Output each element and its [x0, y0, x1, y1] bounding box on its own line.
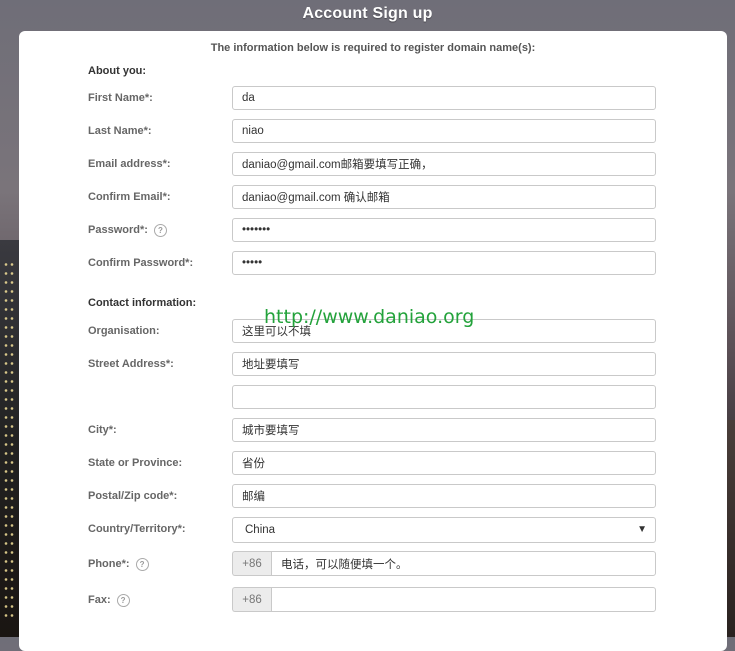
background-city-left: [0, 240, 19, 637]
confirm-password-label: Confirm Password*:: [88, 257, 194, 269]
confirm-email-label: Confirm Email*:: [88, 191, 171, 203]
fax-label: Fax: ?: [88, 593, 130, 607]
city-label: City*:: [88, 424, 117, 436]
question-circle-icon[interactable]: ?: [153, 223, 167, 237]
fax-field: +86: [232, 587, 656, 612]
question-circle-icon[interactable]: ?: [116, 593, 130, 607]
phone-label: Phone*: ?: [88, 557, 149, 571]
first-name-input[interactable]: da: [232, 86, 656, 110]
organisation-label: Organisation:: [88, 325, 160, 337]
country-label: Country/Territory*:: [88, 523, 186, 535]
triangle-down-icon: ▼: [637, 524, 647, 535]
state-label: State or Province:: [88, 457, 183, 469]
watermark-url: http://www.daniao.org: [264, 306, 475, 328]
form-intro-text: The information below is required to reg…: [210, 42, 536, 54]
phone-input[interactable]: 电话，可以随便填一个。: [271, 551, 656, 576]
country-select-value: China: [245, 524, 276, 536]
section-about-you: About you:: [88, 65, 147, 77]
section-contact-information: Contact information:: [88, 297, 197, 309]
fax-country-code: +86: [232, 587, 271, 612]
street-address-input[interactable]: 地址要填写: [232, 352, 656, 376]
email-input[interactable]: daniao@gmail.com邮箱要填写正确，: [232, 152, 656, 176]
last-name-label: Last Name*:: [88, 125, 152, 137]
postal-code-input[interactable]: 邮编: [232, 484, 656, 508]
confirm-password-input[interactable]: •••••: [232, 251, 656, 275]
postal-code-label: Postal/Zip code*:: [88, 490, 178, 502]
phone-country-code: +86: [232, 551, 271, 576]
phone-field: +86 电话，可以随便填一个。: [232, 551, 656, 576]
password-input[interactable]: •••••••: [232, 218, 656, 242]
confirm-email-input[interactable]: daniao@gmail.com 确认邮箱: [232, 185, 656, 209]
email-label: Email address*:: [88, 158, 171, 170]
last-name-input[interactable]: niao: [232, 119, 656, 143]
background-city-right: [727, 420, 735, 637]
state-input[interactable]: 省份: [232, 451, 656, 475]
window-title: Account Sign up: [302, 5, 433, 22]
password-label: Password*: ?: [88, 223, 167, 237]
street-address-label: Street Address*:: [88, 358, 174, 370]
city-input[interactable]: 城市要填写: [232, 418, 656, 442]
street-address-line2-input[interactable]: [232, 385, 656, 409]
signup-form-panel: The information below is required to reg…: [19, 31, 727, 651]
question-circle-icon[interactable]: ?: [135, 557, 149, 571]
first-name-label: First Name*:: [88, 92, 153, 104]
fax-input[interactable]: [271, 587, 656, 612]
country-select[interactable]: China ▼: [232, 517, 656, 543]
